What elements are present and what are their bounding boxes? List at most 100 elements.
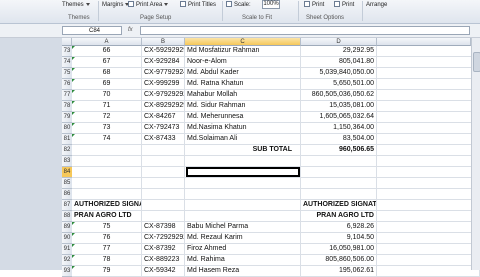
cell-d[interactable] <box>301 178 377 189</box>
themes-button[interactable]: Themes <box>62 0 90 11</box>
row-header[interactable]: 85 <box>62 178 72 189</box>
cell-b[interactable] <box>142 156 185 167</box>
cell-c[interactable] <box>185 178 301 189</box>
cell-d[interactable]: 83,504.00 <box>301 134 377 145</box>
print-area-button[interactable]: Print Area <box>128 0 169 11</box>
column-header-d[interactable]: D <box>301 38 377 46</box>
cell-b[interactable]: CX-87398 <box>142 222 185 233</box>
row-header[interactable]: 83 <box>62 156 72 167</box>
cell-d[interactable]: 6,928.26 <box>301 222 377 233</box>
cell-a[interactable]: 68 <box>72 68 142 79</box>
row-header[interactable]: 73 <box>62 46 72 57</box>
column-header-c[interactable]: C <box>185 38 301 46</box>
cell-b[interactable] <box>142 200 185 211</box>
cell-d[interactable]: 15,035,081.00 <box>301 101 377 112</box>
cell-d[interactable] <box>301 156 377 167</box>
cell-c[interactable]: Md.Solaiman Ali <box>185 134 301 145</box>
cell-c[interactable] <box>185 211 301 222</box>
cell-d[interactable]: PRAN AGRO LTD <box>301 211 377 222</box>
cell-b[interactable]: CX-84267 <box>142 112 185 123</box>
row-header[interactable]: 93 <box>62 266 72 277</box>
cell-d[interactable]: 805,041.80 <box>301 57 377 68</box>
cell-c[interactable]: Md. Meherunnesa <box>185 112 301 123</box>
cell-c[interactable]: Firoz Ahmed <box>185 244 301 255</box>
row-header[interactable]: 86 <box>62 189 72 200</box>
cell-b[interactable]: CX-892929292292 <box>142 101 185 112</box>
cell-b[interactable] <box>142 178 185 189</box>
cell-b[interactable]: CX-979292929292 <box>142 90 185 101</box>
cell-c[interactable]: SUB TOTAL <box>185 145 301 156</box>
cell-b[interactable]: CX-999299 <box>142 79 185 90</box>
cell-b[interactable] <box>142 189 185 200</box>
cell-b[interactable]: CX-7292929292 <box>142 233 185 244</box>
cell-c[interactable]: Mahabur Mollah <box>185 90 301 101</box>
cell-a[interactable]: AUTHORIZED SIGNATURE <box>72 200 142 211</box>
cell-e[interactable] <box>377 112 480 123</box>
row-header[interactable]: 89 <box>62 222 72 233</box>
print-titles-button[interactable]: Print Titles <box>180 0 216 11</box>
cell-b[interactable]: CX-592929292 <box>142 46 185 57</box>
cell-d[interactable]: 195,062.61 <box>301 266 377 277</box>
cell-a[interactable]: PRAN AGRO LTD <box>72 211 142 222</box>
row-header[interactable]: 81 <box>62 134 72 145</box>
cell-b[interactable]: CX-59342 <box>142 266 185 277</box>
cell-e[interactable] <box>377 178 480 189</box>
cell-e[interactable] <box>377 101 480 112</box>
cell-c[interactable]: Md.Nasima Khatun <box>185 123 301 134</box>
cell-c[interactable] <box>185 156 301 167</box>
cell-e[interactable] <box>377 79 480 90</box>
cell-c[interactable]: Md. Abdul Kader <box>185 68 301 79</box>
cell-e[interactable] <box>377 233 480 244</box>
cell-e[interactable] <box>377 222 480 233</box>
cell-d[interactable] <box>301 167 377 178</box>
row-header[interactable]: 91 <box>62 244 72 255</box>
scale-input[interactable]: 100% <box>262 0 280 11</box>
cell-c[interactable]: Md. Rahima <box>185 255 301 266</box>
cell-a[interactable]: 67 <box>72 57 142 68</box>
cell-e[interactable] <box>377 156 480 167</box>
cell-c[interactable] <box>185 189 301 200</box>
row-header[interactable]: 74 <box>62 57 72 68</box>
cell-d[interactable]: 5,039,840,050.00 <box>301 68 377 79</box>
cell-d[interactable]: 9,104.50 <box>301 233 377 244</box>
row-header[interactable]: 77 <box>62 90 72 101</box>
cell-a[interactable] <box>72 167 142 178</box>
formula-input[interactable] <box>140 26 470 35</box>
cell-b[interactable] <box>142 211 185 222</box>
row-header[interactable]: 90 <box>62 233 72 244</box>
row-header[interactable]: 88 <box>62 211 72 222</box>
cell-b[interactable]: CX-97792924 <box>142 68 185 79</box>
cell-e[interactable] <box>377 200 480 211</box>
cell-e[interactable] <box>377 90 480 101</box>
cell-c[interactable] <box>185 200 301 211</box>
margins-button[interactable]: Margins <box>102 0 130 11</box>
cell-b[interactable] <box>142 145 185 156</box>
function-icon[interactable]: fx <box>128 26 133 35</box>
column-header-b[interactable]: B <box>142 38 185 46</box>
scrollbar-thumb[interactable] <box>473 52 480 72</box>
cell-a[interactable] <box>72 189 142 200</box>
cell-d[interactable]: AUTHORIZED SIGNATURE <box>301 200 377 211</box>
cell-d[interactable]: 1,150,364.00 <box>301 123 377 134</box>
row-header[interactable]: 84 <box>62 167 72 178</box>
row-header[interactable]: 75 <box>62 68 72 79</box>
row-header[interactable]: 78 <box>62 101 72 112</box>
cell-a[interactable]: 66 <box>72 46 142 57</box>
cell-a[interactable]: 71 <box>72 101 142 112</box>
cell-d[interactable]: 1,605,065,032.64 <box>301 112 377 123</box>
cell-a[interactable]: 69 <box>72 79 142 90</box>
cell-a[interactable]: 76 <box>72 233 142 244</box>
cell-a[interactable]: 77 <box>72 244 142 255</box>
vertical-scrollbar[interactable] <box>471 38 480 270</box>
cell-e[interactable] <box>377 167 480 178</box>
cell-b[interactable] <box>142 167 185 178</box>
cell-a[interactable]: 74 <box>72 134 142 145</box>
cell-a[interactable]: 72 <box>72 112 142 123</box>
cell-e[interactable] <box>377 244 480 255</box>
cell-b[interactable]: CX-929284 <box>142 57 185 68</box>
cell-d[interactable]: 860,505,036,050.62 <box>301 90 377 101</box>
scale-control[interactable]: Scale: <box>226 0 251 11</box>
cell-b[interactable]: CX-87392 <box>142 244 185 255</box>
cell-d[interactable] <box>301 189 377 200</box>
cell-c[interactable]: Md Mosfatizur Rahman <box>185 46 301 57</box>
